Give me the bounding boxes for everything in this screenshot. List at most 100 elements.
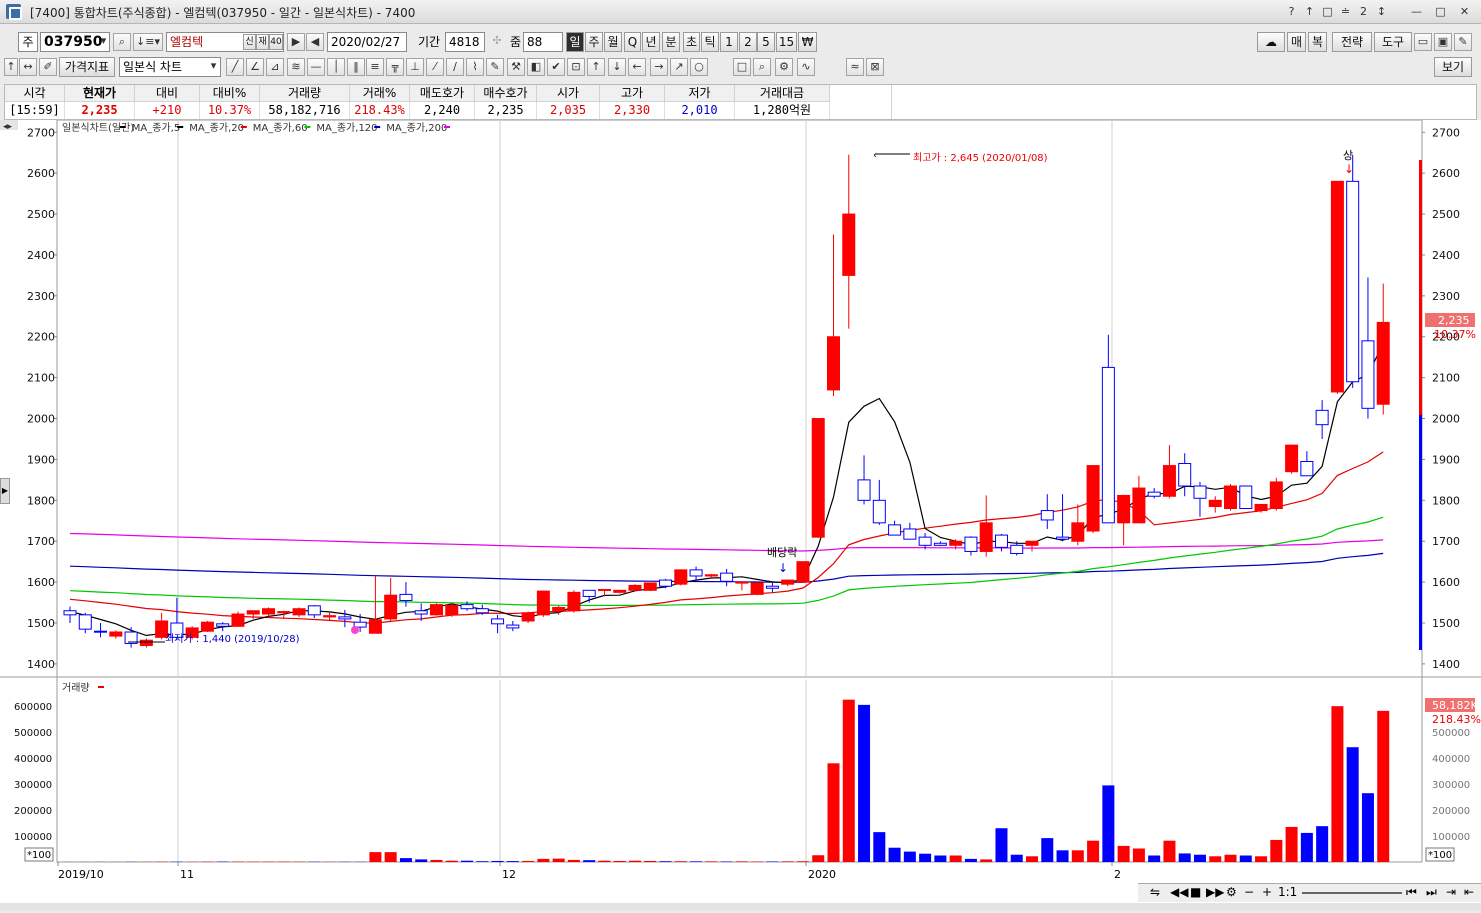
slope-icon[interactable]: ∕ [446,58,464,76]
strategy-button[interactable]: 전략 [1332,32,1372,52]
check-icon[interactable]: ✔ [547,58,565,76]
arrow-up-icon[interactable]: ↑ [587,58,605,76]
channel-icon[interactable]: ‖ [347,58,365,76]
search-icon[interactable]: ⌕ [113,33,131,51]
close-button[interactable]: ✕ [1456,3,1473,20]
last-page-icon[interactable]: ⏭ [1426,885,1437,900]
group-number[interactable]: 2 [1355,3,1372,20]
resize-icon[interactable]: ↕ [1373,3,1390,20]
frame-icon[interactable]: ⊡ [567,58,585,76]
v-line-icon[interactable]: │ [327,58,345,76]
copy-button[interactable]: 복 [1308,32,1327,52]
one-to-one-icon[interactable]: 1:1 [1278,885,1297,899]
arrow-left-icon[interactable]: ← [628,58,646,76]
expand-horizontal-icon[interactable]: ↔ [19,58,37,76]
link-icon[interactable]: ≐ [1337,3,1354,20]
grid-line-icon[interactable]: ≡ [366,58,384,76]
period-button-4[interactable]: 년 [642,32,660,52]
pencil-icon[interactable]: ✎ [486,58,504,76]
period-button-12[interactable]: ₩ [798,32,817,52]
hammer-icon[interactable]: ⚒ [507,58,525,76]
save-icon[interactable]: ▣ [1434,33,1452,51]
stop-icon[interactable]: ■ [1190,885,1201,899]
forward-icon[interactable]: ▶▶ [1206,885,1224,899]
side-panel-toggle[interactable]: ▶ [0,478,10,504]
first-page-icon[interactable]: ⏮ [1406,885,1417,900]
scroll-start-icon[interactable]: ⇋ [1150,885,1160,899]
expand-icon[interactable]: ⇥ [1446,885,1456,899]
zoom-out-icon[interactable]: − [1244,885,1254,899]
zoom-slider[interactable] [1302,892,1402,894]
sort-icon[interactable]: ↓≡▾ [133,33,163,51]
date-input[interactable]: 2020/02/27 [327,32,407,52]
h-line-icon[interactable]: — [307,58,325,76]
loan-badge[interactable]: 재 [256,34,269,50]
cloud-icon[interactable]: ☁ [1257,32,1285,52]
angle-line-icon[interactable]: ∠ [246,58,264,76]
period-button-1[interactable]: 주 [585,32,603,52]
candle-body [553,607,565,610]
period-button-8[interactable]: 1 [720,32,738,52]
arrow-right-icon[interactable]: → [650,58,668,76]
period-button-11[interactable]: 15 [776,32,797,52]
period-button-6[interactable]: 초 [683,32,700,52]
quote-header: 저가 [665,85,735,102]
arrow-diag-icon[interactable]: ↗ [670,58,688,76]
cycle-icon[interactable]: ∿ [797,58,815,76]
pin-icon[interactable]: ↑ [1301,3,1318,20]
delete-icon[interactable]: ⊠ [866,58,884,76]
parallel-icon[interactable]: ⁄ [426,58,444,76]
tri-line-icon[interactable]: ⊿ [266,58,284,76]
maximize-button[interactable]: □ [1432,3,1449,20]
period-button-10[interactable]: 5 [757,32,775,52]
fill-icon[interactable]: ◧ [527,58,545,76]
chart-type-dropdown-icon[interactable]: ▾ [206,58,221,76]
minimize-button[interactable]: — [1408,3,1425,20]
rewind-icon[interactable]: ◀◀ [1170,885,1188,899]
help-icon[interactable]: ? [1283,3,1300,20]
gann-icon[interactable]: ╦ [386,58,404,76]
play-next-icon[interactable]: ▶ [287,33,305,51]
price-volume-chart[interactable]: ◂▸27002700260026002500250024002400230023… [0,120,1481,910]
margin-badge[interactable]: 40 [269,34,283,50]
trend-line-icon[interactable]: ╱ [226,58,244,76]
rect-icon[interactable]: □ [733,58,751,76]
period-button-2[interactable]: 월 [604,32,622,52]
fib-fan-icon[interactable]: ≋ [287,58,305,76]
wrench-icon[interactable]: ✎ [1454,33,1472,51]
edit-icon[interactable]: ✐ [39,58,57,76]
market-select[interactable]: 주 [18,32,38,52]
code-dropdown-icon[interactable]: ▾ [97,33,110,51]
circle-icon[interactable]: ○ [690,58,708,76]
config-icon[interactable]: ⚙ [775,58,793,76]
arrow-up-icon[interactable]: ↑ [4,58,18,76]
sell-button[interactable]: 매 [1287,32,1306,52]
volume-bar [1118,846,1130,862]
settings-icon[interactable]: ⚙ [1226,885,1237,899]
wave2-icon[interactable]: ≈ [846,58,864,76]
price-tick-right: 2700 [1432,126,1460,139]
tools-button[interactable]: 도구 [1374,32,1412,52]
zoom-input[interactable]: 88 [523,32,563,52]
window-list-icon[interactable]: □ [1319,3,1336,20]
period-button-5[interactable]: 분 [662,32,680,52]
period-input[interactable]: 4818 [445,32,485,52]
magnify-icon[interactable]: ⌕ [753,58,771,76]
high-annotation: 최고가 : 2,645 (2020/01/08) [913,152,1048,164]
play-prev-icon[interactable]: ◀ [306,33,324,51]
collapse-icon[interactable]: ⇤ [1464,885,1474,899]
crosshair-icon[interactable]: ✣ [488,33,506,51]
period-button-0[interactable]: 일 [566,32,584,52]
period-button-3[interactable]: Q [624,32,641,52]
folder-icon[interactable]: ▭ [1414,33,1432,51]
cross-line-icon[interactable]: ⊥ [406,58,424,76]
zoom-in-icon[interactable]: + [1262,885,1272,899]
period-button-7[interactable]: 틱 [701,32,719,52]
wave-icon[interactable]: ⌇ [466,58,484,76]
volume-bar [1347,747,1359,862]
period-button-9[interactable]: 2 [739,32,757,52]
credit-badge[interactable]: 신 [243,34,256,50]
arrow-down-icon[interactable]: ↓ [608,58,626,76]
price-indicator-button[interactable]: 가격지표 [59,57,115,77]
view-button[interactable]: 보기 [1434,57,1472,77]
